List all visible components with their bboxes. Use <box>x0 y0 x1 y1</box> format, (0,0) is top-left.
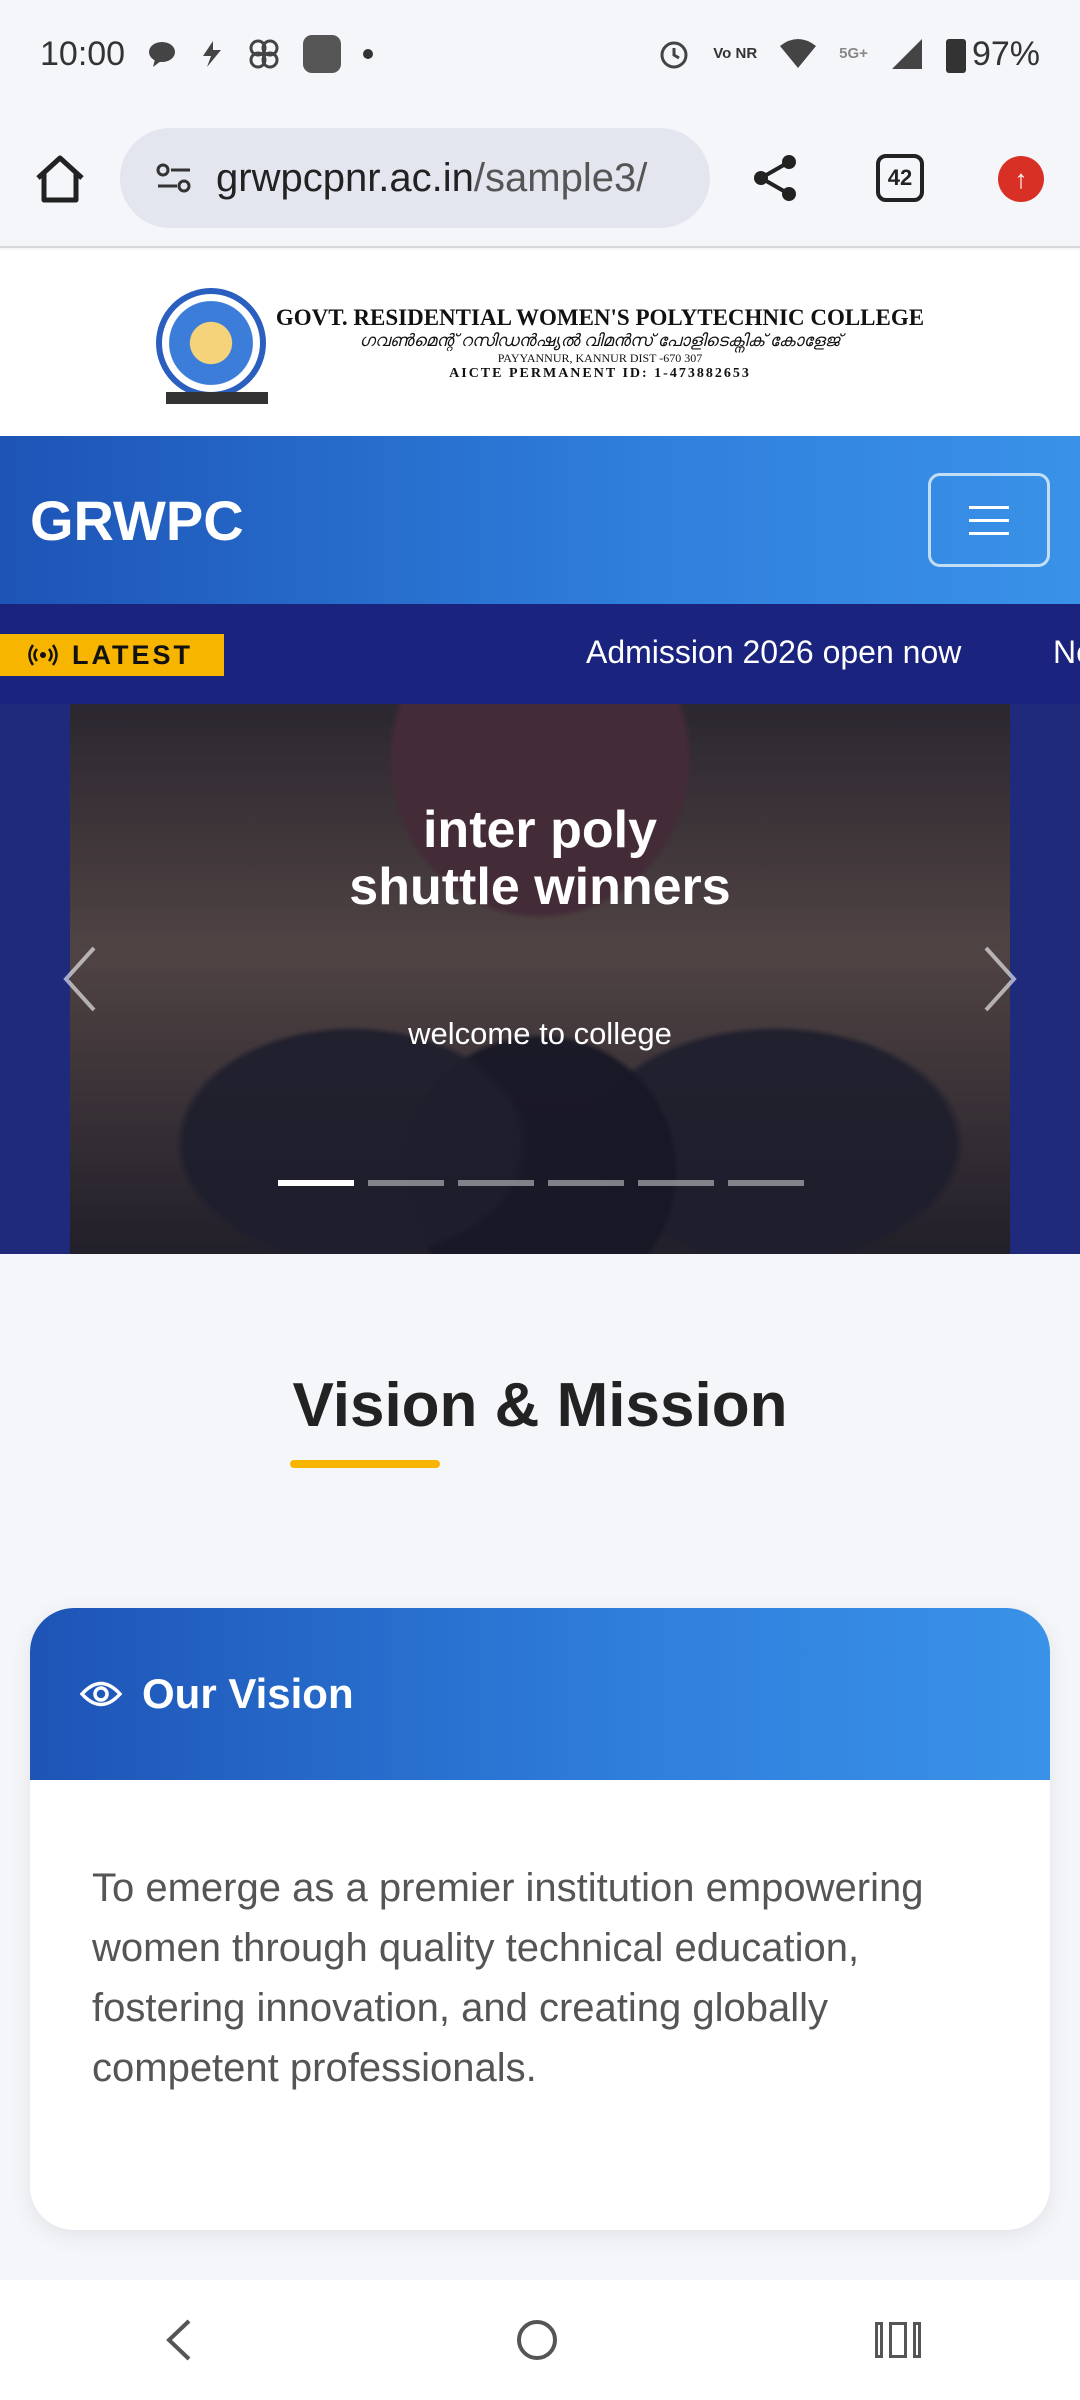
volte-tag: Vo NR <box>713 45 758 62</box>
menu-line <box>969 531 1009 535</box>
vision-card-header: Our Vision <box>30 1608 1050 1780</box>
recent-bar <box>889 2322 907 2358</box>
hero-carousel[interactable]: inter poly shuttle winners welcome to co… <box>0 704 1080 1254</box>
system-nav-bar <box>0 2280 1080 2400</box>
site-settings-icon[interactable] <box>154 158 194 198</box>
url-text[interactable]: grwpcpnr.ac.in/sample3/ <box>216 156 647 201</box>
carousel-indicator[interactable] <box>638 1180 714 1186</box>
tab-switcher-button[interactable]: 42 <box>876 154 924 202</box>
vision-card-title: Our Vision <box>142 1670 354 1717</box>
recent-bar <box>913 2322 921 2358</box>
chevron-left-icon <box>63 946 96 1012</box>
college-logo-banner[interactable]: GOVT. RESIDENTIAL WOMEN'S POLYTECHNIC CO… <box>0 250 1080 436</box>
home-circle-icon[interactable] <box>517 2320 557 2360</box>
battery-icon <box>945 38 966 73</box>
battery-indicator: 97% <box>945 34 1040 74</box>
alarm-icon <box>660 41 688 69</box>
status-time: 10:00 <box>40 34 126 73</box>
tab-count: 42 <box>887 165 913 190</box>
eye-icon <box>80 1681 122 1707</box>
back-icon[interactable] <box>159 2315 199 2365</box>
site-brand[interactable]: GRWPC <box>30 488 244 553</box>
lightning-icon <box>203 41 222 67</box>
status-left: 10:00 <box>40 34 374 74</box>
site-header: GRWPC <box>0 436 1080 604</box>
carousel-indicators <box>278 1180 804 1186</box>
slide-subtitle: welcome to college <box>408 1016 672 1051</box>
college-name-block: GOVT. RESIDENTIAL WOMEN'S POLYTECHNIC CO… <box>276 305 924 382</box>
news-ticker: LATEST Admission 2026 open now Ne <box>0 604 1080 704</box>
more-notifications-dot-icon <box>363 49 374 59</box>
share-icon[interactable] <box>745 148 805 208</box>
latest-badge: LATEST <box>0 634 224 676</box>
seal-ribbon <box>165 392 268 404</box>
app-square-icon <box>303 35 342 73</box>
title-underline <box>290 1460 440 1468</box>
address-bar[interactable]: grwpcpnr.ac.in/sample3/ <box>120 128 710 228</box>
aicte-id: AICTE PERMANENT ID: 1-473882653 <box>449 365 751 381</box>
carousel-indicator[interactable] <box>458 1180 534 1186</box>
carousel-indicator[interactable] <box>728 1180 804 1186</box>
college-address: PAYYANNUR, KANNUR DIST -670 307 <box>497 350 703 365</box>
vision-card: Our Vision To emerge as a premier instit… <box>30 1608 1050 2230</box>
signal-icon <box>891 39 922 69</box>
broadcast-icon <box>28 644 58 666</box>
college-seal-icon <box>155 288 268 404</box>
ticker-item-next[interactable]: Ne <box>1053 634 1080 671</box>
update-arrow-icon[interactable]: ↑ <box>998 156 1044 202</box>
carousel-prev-button[interactable] <box>50 944 110 1014</box>
menu-line <box>969 518 1009 522</box>
menu-line <box>969 505 1009 509</box>
slide-overlay <box>70 704 1010 1254</box>
carousel-indicator[interactable] <box>278 1180 354 1186</box>
carousel-next-button[interactable] <box>970 944 1030 1014</box>
college-name-malayalam: ഗവൺമെന്റ് റസിഡൻഷ്യൽ വിമൻസ് പോളിടെക്നിക് … <box>359 330 841 350</box>
pinwheel-icon <box>249 39 279 69</box>
slide-title: inter poly shuttle winners <box>349 801 731 916</box>
carousel-indicator[interactable] <box>548 1180 624 1186</box>
url-domain: grwpcpnr.ac.in <box>216 155 474 200</box>
college-name-english: GOVT. RESIDENTIAL WOMEN'S POLYTECHNIC CO… <box>275 304 925 330</box>
hamburger-menu-button[interactable] <box>928 473 1050 567</box>
ticker-item[interactable]: Admission 2026 open now <box>586 634 961 671</box>
section-title: Vision & Mission <box>292 1371 788 1440</box>
chat-bubble-icon <box>149 42 176 67</box>
status-right: Vo NR 5G+ 97% <box>657 35 1040 74</box>
latest-label: LATEST <box>72 639 193 670</box>
carousel-indicator[interactable] <box>368 1180 444 1186</box>
wifi-icon <box>780 39 817 68</box>
home-icon[interactable] <box>30 148 90 208</box>
network-tag: 5G+ <box>839 45 868 62</box>
url-path: /sample3/ <box>473 155 648 200</box>
recent-bar <box>875 2322 883 2358</box>
vision-card-text: To emerge as a premier institution empow… <box>92 1866 924 2090</box>
recent-apps-icon[interactable] <box>875 2322 921 2358</box>
chevron-right-icon <box>984 946 1017 1012</box>
status-bar: 10:00 Vo NR 5G+ 97% <box>0 0 1080 108</box>
battery-percent: 97% <box>971 34 1040 73</box>
browser-toolbar: grwpcpnr.ac.in/sample3/ 42 ↑ <box>0 108 1080 248</box>
